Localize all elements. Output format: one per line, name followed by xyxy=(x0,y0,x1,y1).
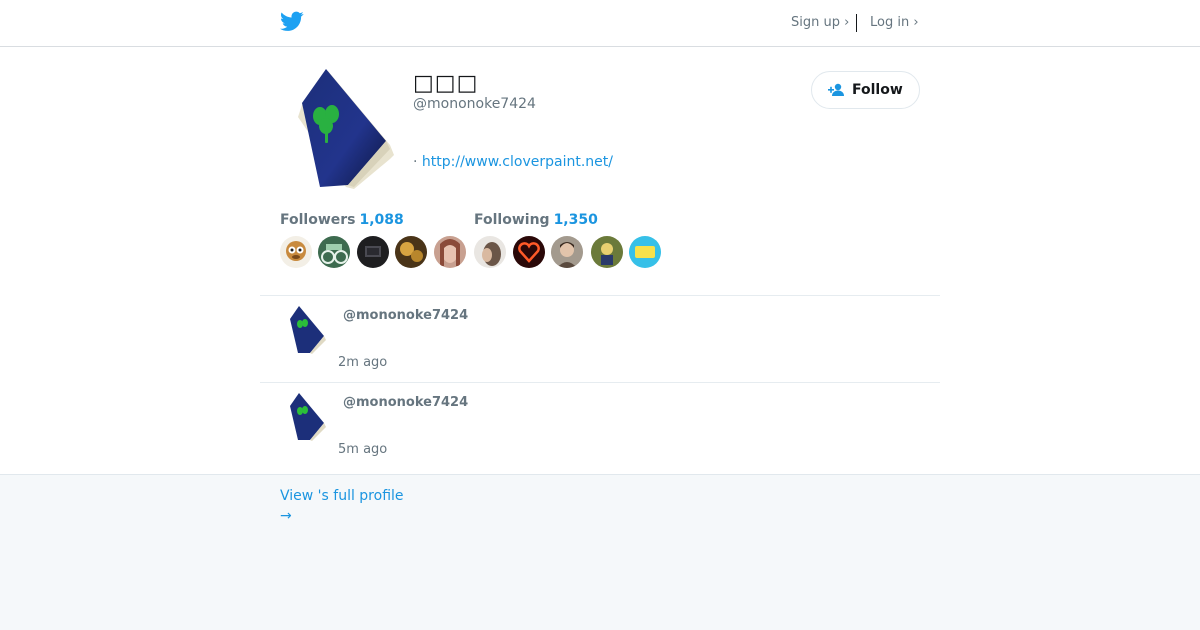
divider xyxy=(260,382,940,383)
tweet-handle[interactable]: @mononoke7424 xyxy=(343,308,468,323)
following-label: Following xyxy=(474,212,550,228)
profile-name: □□□ xyxy=(413,71,479,96)
following-avatar[interactable] xyxy=(591,236,623,268)
follower-avatar[interactable] xyxy=(395,236,427,268)
follower-avatar[interactable] xyxy=(280,236,312,268)
arrow-right-icon: → xyxy=(280,508,292,524)
profile-url-link[interactable]: http://www.cloverpaint.net/ xyxy=(422,154,613,170)
add-person-icon xyxy=(828,83,844,96)
tweet-avatar[interactable] xyxy=(286,305,326,355)
follower-avatar[interactable] xyxy=(318,236,350,268)
view-full-profile-label: View 's full profile xyxy=(280,488,404,504)
follow-button[interactable]: Follow xyxy=(811,71,920,109)
view-full-profile-link[interactable]: View 's full profile → xyxy=(280,486,404,526)
profile-url-line: · http://www.cloverpaint.net/ xyxy=(413,154,613,170)
login-link[interactable]: Log in › xyxy=(870,15,919,30)
tweet-handle[interactable]: @mononoke7424 xyxy=(343,395,468,410)
followers-label: Followers xyxy=(280,212,356,228)
follower-avatar[interactable] xyxy=(357,236,389,268)
following-avatar[interactable] xyxy=(629,236,661,268)
followers-avatars xyxy=(280,236,470,268)
tweet-time[interactable]: 2m ago xyxy=(338,355,387,370)
profile-card: □□□ @mononoke7424 · http://www.cloverpai… xyxy=(0,47,1200,475)
tweet-avatar[interactable] xyxy=(286,392,326,442)
following-avatars xyxy=(474,236,664,268)
following-avatar[interactable] xyxy=(474,236,506,268)
follow-button-label: Follow xyxy=(852,82,903,98)
nav-divider xyxy=(856,14,857,32)
signup-link[interactable]: Sign up › xyxy=(791,15,849,30)
profile-handle: @mononoke7424 xyxy=(413,96,536,112)
bullet: · xyxy=(413,154,418,170)
top-bar: Sign up › Log in › xyxy=(0,0,1200,47)
followers-count: 1,088 xyxy=(359,212,404,228)
avatar[interactable] xyxy=(290,69,400,194)
following-count: 1,350 xyxy=(553,212,598,228)
tweet-time[interactable]: 5m ago xyxy=(338,442,387,457)
divider xyxy=(260,295,940,296)
following-avatar[interactable] xyxy=(513,236,545,268)
follower-avatar[interactable] xyxy=(434,236,466,268)
followers-stat[interactable]: Followers 1,088 xyxy=(280,212,404,228)
following-avatar[interactable] xyxy=(551,236,583,268)
twitter-bird-icon[interactable] xyxy=(280,11,304,32)
following-stat[interactable]: Following 1,350 xyxy=(474,212,598,228)
